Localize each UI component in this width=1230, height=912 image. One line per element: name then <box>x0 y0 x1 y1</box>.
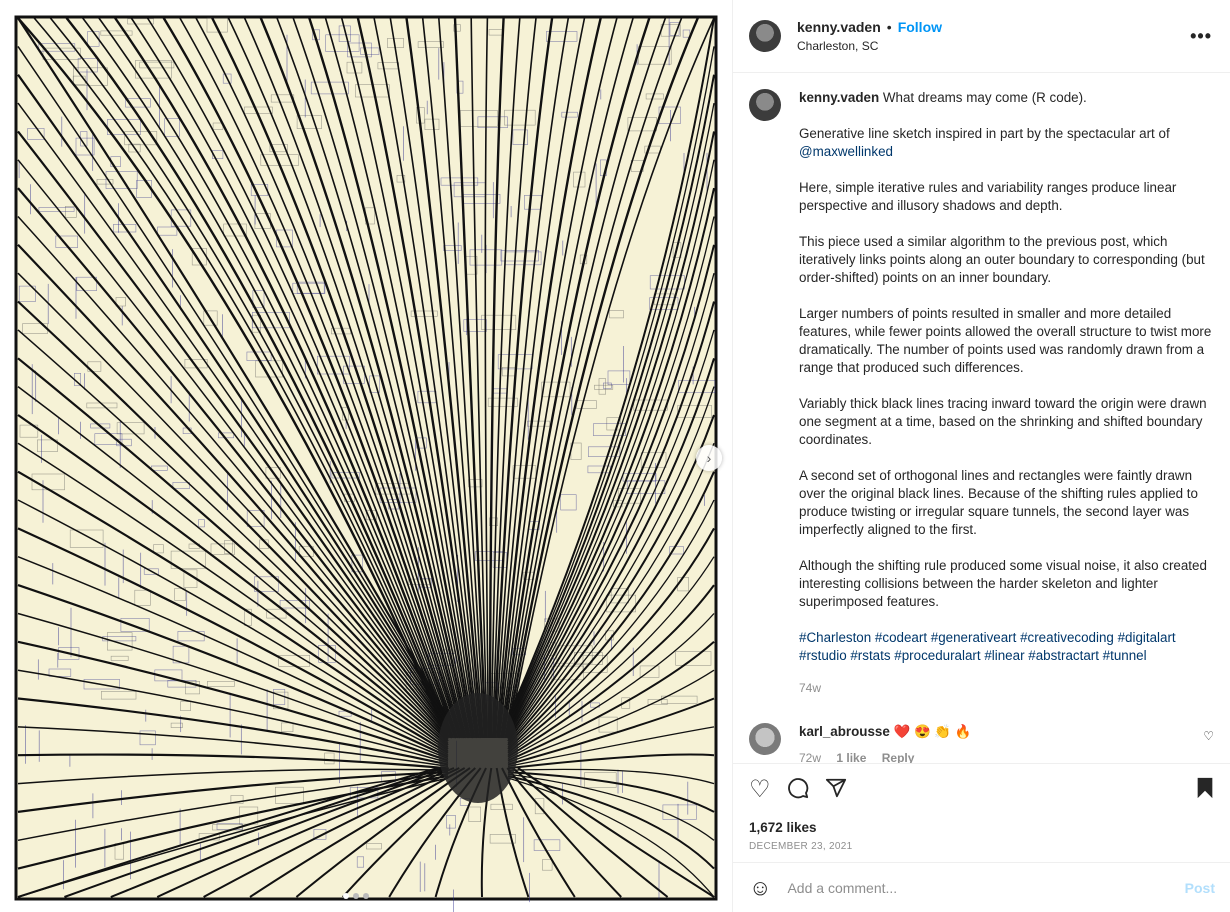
caption-paragraph: Variably thick black lines tracing inwar… <box>799 396 1207 447</box>
post-comment-button[interactable]: Post <box>1185 880 1215 896</box>
add-comment-bar: ☺ Post <box>733 862 1230 912</box>
comment-text: ❤️ 😍 👏 🔥 <box>893 724 972 739</box>
comment-like-heart-icon[interactable]: ♡ <box>1203 729 1214 743</box>
comment-timestamp[interactable]: 72w <box>799 751 821 763</box>
comment-bubble-icon[interactable] <box>787 777 809 804</box>
comment: karl_abrousse ❤️ 😍 👏 🔥 72w 1 like Reply … <box>749 723 1214 763</box>
caption-paragraph: A second set of orthogonal lines and rec… <box>799 468 1198 537</box>
comment-likes[interactable]: 1 like <box>836 751 866 763</box>
like-heart-icon[interactable]: ♡ <box>749 778 771 802</box>
next-image-button[interactable]: › <box>696 445 722 471</box>
caption: kenny.vaden What dreams may come (R code… <box>749 89 1214 697</box>
bookmark-icon[interactable] <box>1195 777 1215 804</box>
post-date[interactable]: DECEMBER 23, 2021 <box>749 841 1215 852</box>
share-paper-plane-icon[interactable] <box>825 777 847 804</box>
caption-paragraph: Larger numbers of points resulted in sma… <box>799 306 1212 375</box>
caption-username[interactable]: kenny.vaden <box>799 90 879 105</box>
carousel-dot <box>353 893 359 899</box>
caption-paragraph: Although the shifting rule produced some… <box>799 558 1207 609</box>
carousel-dot <box>343 893 349 899</box>
chevron-right-icon: › <box>706 450 712 466</box>
more-options-icon[interactable]: ••• <box>1190 26 1212 47</box>
emoji-icon[interactable]: ☺ <box>749 875 771 901</box>
comment-input[interactable] <box>787 879 1185 896</box>
caption-paragraph: This piece used a similar algorithm to t… <box>799 234 1205 285</box>
carousel-dot <box>363 893 369 899</box>
carousel-indicator <box>343 893 369 899</box>
commenter-avatar[interactable] <box>749 723 781 755</box>
post-location[interactable]: Charleston, SC <box>797 39 942 53</box>
follow-button[interactable]: Follow <box>898 19 942 35</box>
author-username[interactable]: kenny.vaden <box>797 19 881 35</box>
author-avatar[interactable] <box>749 20 781 52</box>
post-media[interactable]: › <box>0 0 732 912</box>
comments-scroll-area[interactable]: kenny.vaden What dreams may come (R code… <box>733 73 1230 763</box>
hashtags[interactable]: #Charleston #codeart #generativeart #cre… <box>799 629 1214 665</box>
caption-paragraph: Generative line sketch inspired in part … <box>799 126 1170 141</box>
commenter-username[interactable]: karl_abrousse <box>799 724 890 739</box>
caption-timestamp[interactable]: 74w <box>799 679 1214 697</box>
post-sidebar: kenny.vaden • Follow Charleston, SC ••• … <box>732 0 1230 912</box>
action-bar: ♡ 1,672 likes DECEMBER 23, 2021 <box>733 763 1230 852</box>
caption-avatar[interactable] <box>749 89 781 121</box>
reply-button[interactable]: Reply <box>882 751 915 763</box>
caption-title: What dreams may come (R code). <box>882 90 1087 105</box>
caption-paragraph: Here, simple iterative rules and variabi… <box>799 180 1177 213</box>
separator-dot: • <box>886 19 892 35</box>
generative-artwork-image <box>14 15 718 912</box>
post-header: kenny.vaden • Follow Charleston, SC ••• <box>733 0 1230 73</box>
mention-link[interactable]: @maxwellinked <box>799 144 893 159</box>
like-count[interactable]: 1,672 likes <box>749 820 1215 835</box>
instagram-post-window: › kenny.vaden • Follow Charleston, SC ••… <box>0 0 1230 912</box>
